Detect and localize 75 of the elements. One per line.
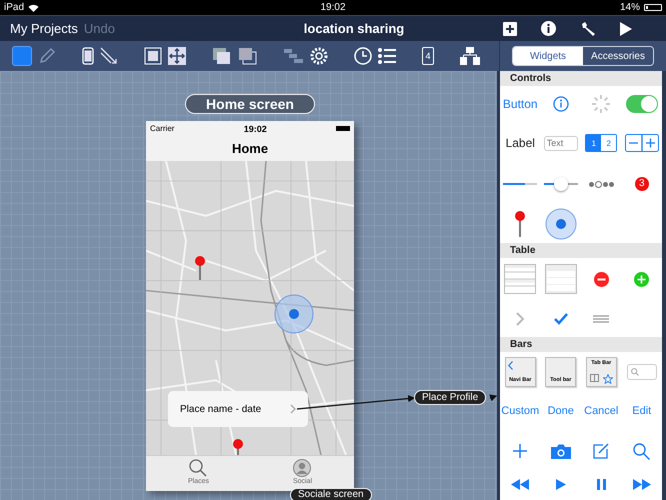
- bar-button[interactable]: Edit: [632, 405, 652, 417]
- panel-tab[interactable]: Widgets: [513, 47, 583, 65]
- device-name: iPad: [4, 2, 24, 13]
- wifi-icon: [28, 4, 40, 12]
- place-callout[interactable]: Place name - date: [168, 391, 308, 427]
- frame-icon[interactable]: [144, 47, 162, 65]
- link-label: Sociale screen: [290, 488, 372, 500]
- hierarchy-icon[interactable]: [460, 47, 480, 65]
- nav-button[interactable]: My Projects: [10, 21, 78, 36]
- color-swatch[interactable]: [12, 46, 32, 66]
- badge: 3: [634, 177, 649, 191]
- tree-icon[interactable]: [284, 48, 304, 64]
- phone-title: Home: [230, 140, 270, 158]
- play-icon[interactable]: [620, 22, 632, 36]
- delete-icon[interactable]: [594, 272, 609, 286]
- page-control[interactable]: [588, 180, 614, 188]
- section-header: Bars: [500, 337, 662, 352]
- search-bar[interactable]: [626, 364, 657, 380]
- person-icon: [293, 459, 312, 477]
- bar-button[interactable]: Done: [548, 405, 574, 417]
- compose-icon[interactable]: [593, 443, 610, 459]
- map-pin-icon[interactable]: [515, 210, 526, 236]
- search-icon: [189, 459, 208, 477]
- button-widget[interactable]: Button: [502, 97, 538, 111]
- table-thumbnail-drawing[interactable]: [544, 264, 577, 294]
- link-label: Place Profile: [414, 390, 486, 405]
- checkmark-icon[interactable]: [554, 312, 568, 324]
- battery-icon: [336, 126, 350, 131]
- fast-forward-icon[interactable]: [632, 478, 651, 490]
- rewind-icon[interactable]: [511, 478, 530, 490]
- search-icon[interactable]: [633, 442, 650, 460]
- stepper-icon[interactable]: [624, 134, 659, 152]
- status-time: 19:02: [320, 2, 346, 13]
- toggle-switch[interactable]: [626, 95, 658, 113]
- chevron-icon: [290, 404, 296, 414]
- search-icon: [630, 368, 639, 376]
- label-widget: Label: [506, 136, 535, 150]
- text-field[interactable]: Text: [544, 136, 578, 150]
- battery-percent: 14%: [620, 2, 640, 13]
- location-marker-icon[interactable]: [544, 208, 577, 240]
- phone-icon[interactable]: [82, 47, 94, 65]
- phone-time: 19:02: [244, 124, 267, 134]
- clock-icon[interactable]: [354, 47, 372, 65]
- settings-icon[interactable]: [310, 47, 328, 65]
- callout-text: Place name - date: [180, 404, 262, 414]
- info-icon[interactable]: [541, 21, 556, 36]
- segment[interactable]: 1: [586, 135, 602, 151]
- reorder-icon[interactable]: [593, 314, 610, 322]
- table-thumbnail-drawing[interactable]: [504, 264, 536, 294]
- section-header: Table: [500, 243, 662, 258]
- bar-button[interactable]: Custom: [501, 405, 540, 417]
- pause-icon[interactable]: [596, 478, 606, 490]
- list-icon[interactable]: [378, 47, 396, 65]
- send-back-icon[interactable]: [238, 47, 258, 65]
- bar-button[interactable]: Cancel: [584, 405, 618, 417]
- project-title: location sharing: [302, 21, 406, 36]
- section-header: Controls: [500, 71, 662, 86]
- move-icon[interactable]: [168, 47, 186, 65]
- diagonal-arrows-icon[interactable]: [100, 47, 118, 65]
- slider[interactable]: [544, 177, 578, 191]
- page-number-icon[interactable]: 4: [422, 47, 434, 65]
- camera-icon[interactable]: [550, 444, 571, 458]
- location-marker-icon: [274, 294, 314, 334]
- battery-icon: [644, 4, 662, 11]
- map-pin-icon: [195, 256, 205, 280]
- connector-arrow: [489, 394, 497, 402]
- pencil-icon[interactable]: [38, 47, 56, 65]
- carrier-label: Carrier: [150, 124, 174, 133]
- bring-front-icon[interactable]: [212, 47, 232, 65]
- back-chevron-icon: [508, 361, 513, 370]
- wrench-icon[interactable]: [580, 20, 596, 36]
- book-icon: [590, 374, 599, 382]
- star-icon: [602, 374, 613, 384]
- add-icon[interactable]: [503, 22, 517, 36]
- screen-label: Home screen: [185, 94, 315, 114]
